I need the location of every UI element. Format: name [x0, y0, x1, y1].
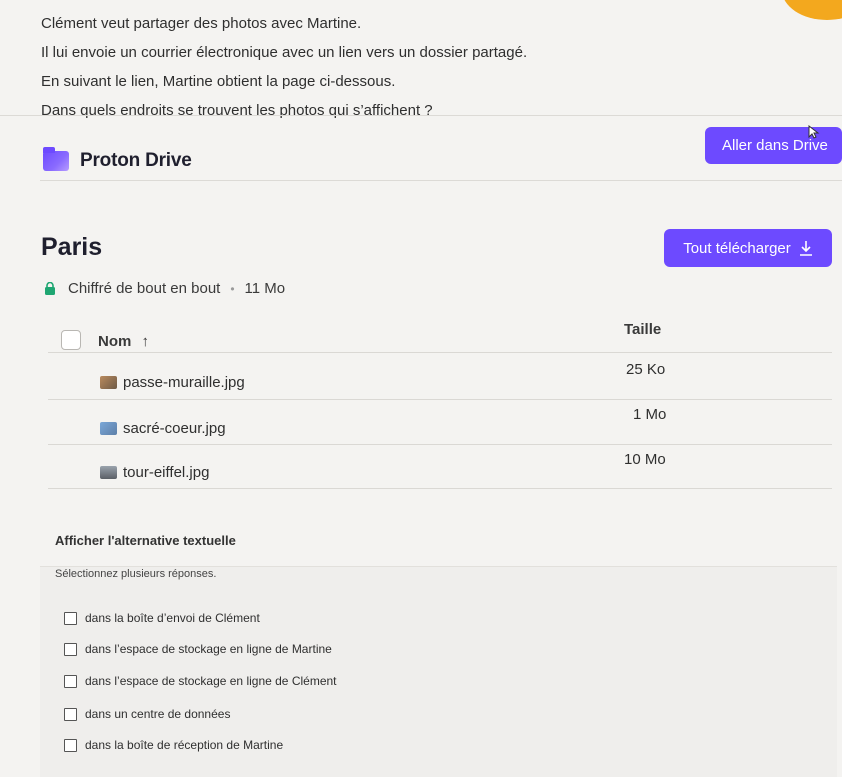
table-row[interactable]: tour-eiffel.jpg 10 Mo	[48, 445, 832, 490]
proton-drive-logo-icon	[43, 147, 69, 171]
download-all-button[interactable]: Tout télécharger	[664, 229, 832, 267]
folder-meta: Chiffré de bout en bout • 11 Mo	[44, 280, 285, 297]
file-name: sacré-coeur.jpg	[123, 420, 226, 437]
question-line-3: En suivant le lien, Martine obtient la p…	[41, 73, 396, 90]
file-table: Nom ↑ Taille passe-muraille.jpg 25 Ko sa…	[48, 318, 832, 489]
answer-checkbox[interactable]	[64, 674, 77, 688]
go-to-drive-label: Aller dans Drive	[722, 137, 828, 154]
file-size: 10 Mo	[624, 451, 666, 468]
download-icon	[799, 241, 812, 256]
answer-option-label: dans la boîte d’envoi de Clément	[85, 611, 260, 625]
encryption-label: Chiffré de bout en bout	[68, 280, 221, 297]
table-row[interactable]: passe-muraille.jpg 25 Ko	[48, 353, 832, 398]
corner-decoration	[782, 0, 842, 20]
answer-option-label: dans la boîte de réception de Martine	[85, 738, 284, 752]
question-line-1: Clément veut partager des photos avec Ma…	[41, 15, 362, 32]
answer-option-label: dans l’espace de stockage en ligne de Ma…	[85, 642, 332, 656]
table-row[interactable]: sacré-coeur.jpg 1 Mo	[48, 400, 832, 445]
file-name: passe-muraille.jpg	[123, 374, 245, 391]
answer-checkbox[interactable]	[64, 611, 77, 625]
lock-icon	[45, 282, 55, 295]
download-all-label: Tout télécharger	[683, 239, 791, 257]
folder-size: 11 Mo	[244, 280, 286, 297]
answer-instructions: Sélectionnez plusieurs réponses.	[55, 568, 217, 580]
answer-option[interactable]: dans l’espace de stockage en ligne de Cl…	[64, 674, 337, 688]
separator-dot: •	[230, 281, 235, 296]
answer-checkbox[interactable]	[64, 642, 77, 656]
file-size: 1 Mo	[633, 406, 667, 423]
select-all-checkbox[interactable]	[61, 330, 81, 350]
sort-ascending-icon: ↑	[141, 333, 150, 350]
divider	[40, 180, 842, 181]
answer-option-label: dans l’espace de stockage en ligne de Cl…	[85, 674, 337, 688]
answer-checkbox[interactable]	[64, 738, 77, 752]
answer-option[interactable]: dans la boîte d’envoi de Clément	[64, 611, 260, 625]
folder-title: Paris	[41, 233, 103, 261]
file-name: tour-eiffel.jpg	[123, 464, 210, 481]
table-header: Nom ↑ Taille	[48, 318, 832, 353]
question-line-2: Il lui envoie un courrier électronique a…	[41, 44, 528, 61]
answer-option[interactable]: dans la boîte de réception de Martine	[64, 738, 283, 752]
show-alt-text-link[interactable]: Afficher l'alternative textuelle	[55, 533, 236, 548]
answer-option-label: dans un centre de données	[85, 707, 231, 721]
column-header-size[interactable]: Taille	[624, 321, 661, 338]
image-thumbnail-icon	[100, 466, 117, 479]
question-text: Clément veut partager des photos avec Ma…	[41, 9, 527, 125]
mouse-cursor-icon	[808, 125, 820, 139]
drive-header: Proton Drive Aller dans Drive	[0, 115, 842, 183]
divider	[48, 488, 832, 489]
brand-name: Proton Drive	[80, 150, 192, 171]
answer-option[interactable]: dans l’espace de stockage en ligne de Ma…	[64, 642, 332, 656]
answer-checkbox[interactable]	[64, 707, 77, 721]
column-header-name-label: Nom	[98, 333, 132, 350]
go-to-drive-button[interactable]: Aller dans Drive	[705, 127, 842, 164]
column-header-name[interactable]: Nom ↑	[98, 333, 149, 350]
image-thumbnail-icon	[100, 422, 117, 435]
answer-option[interactable]: dans un centre de données	[64, 707, 230, 721]
file-size: 25 Ko	[626, 361, 666, 378]
image-thumbnail-icon	[100, 376, 117, 389]
